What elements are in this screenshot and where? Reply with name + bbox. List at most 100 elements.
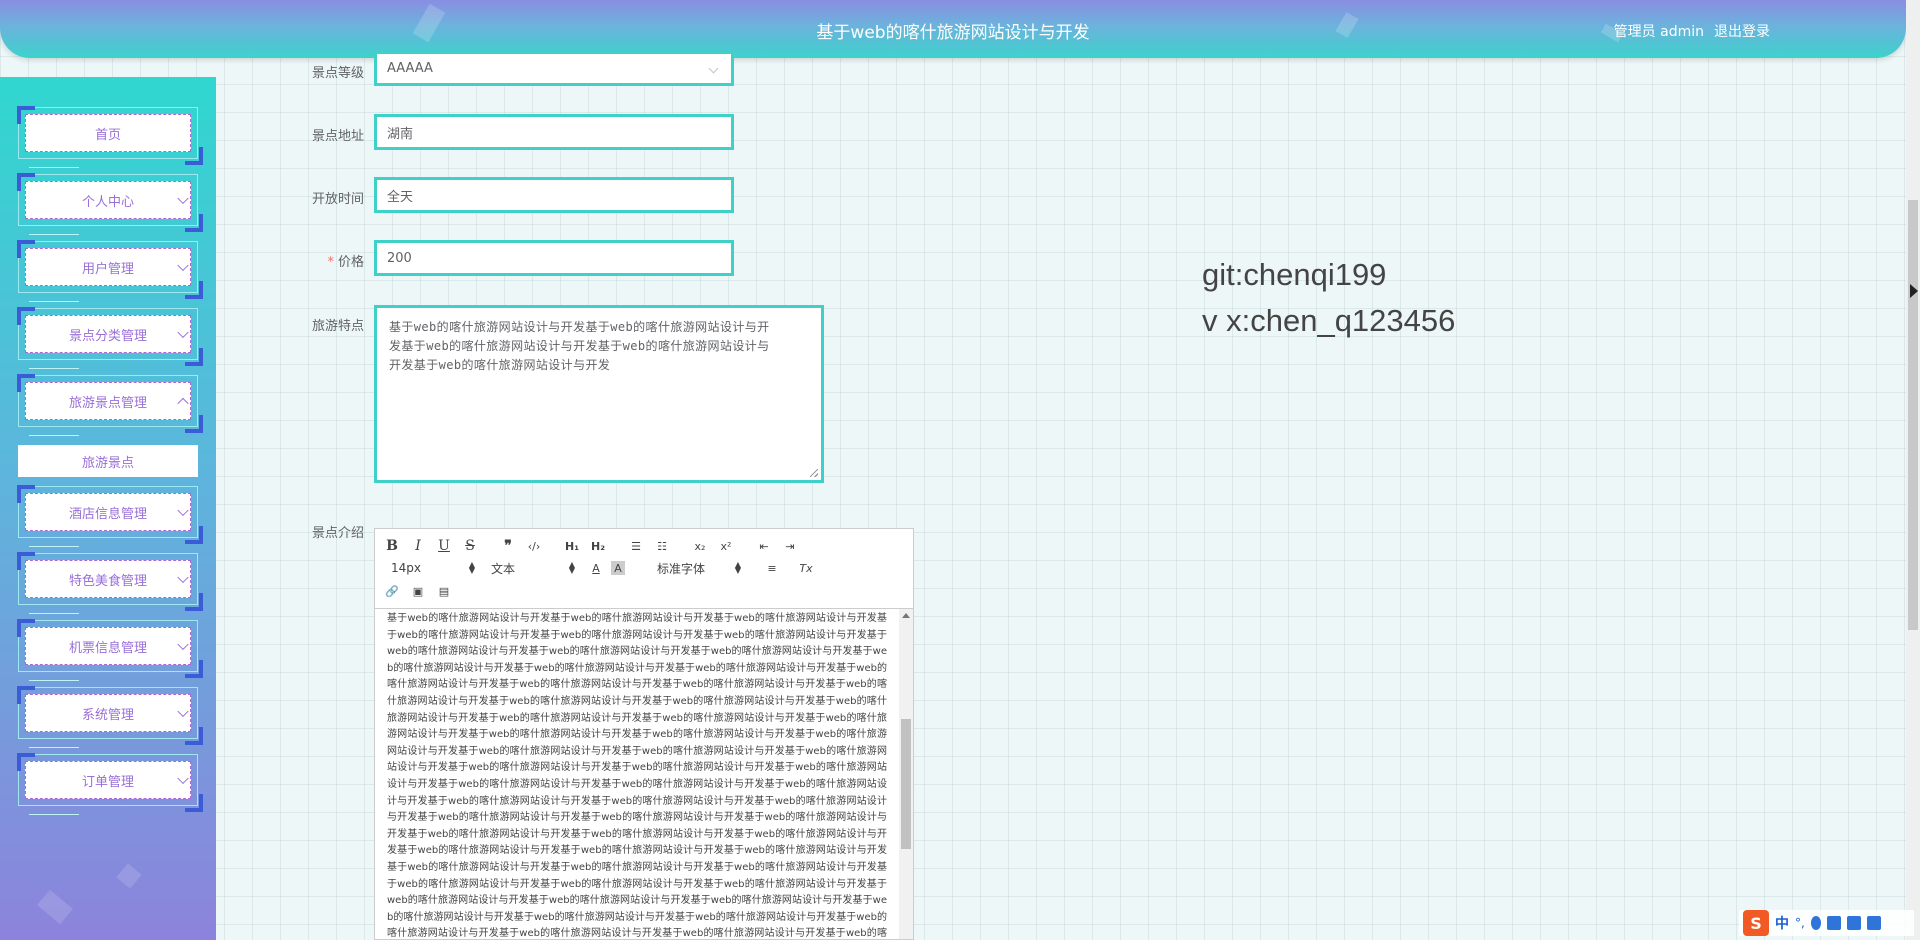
font-size-select[interactable]: 14px ▲ ▼ (391, 558, 475, 578)
heading1-icon[interactable]: H₁ (561, 536, 583, 556)
menu-underline (29, 301, 79, 302)
outdent-icon[interactable]: ⇤ (753, 536, 775, 556)
price-label: * 价格 (254, 251, 364, 270)
sidebar-item-label: 个人中心 (81, 194, 134, 210)
sidebar-item-system-management[interactable]: 系统管理 (17, 686, 203, 748)
page-scroll-thumb[interactable] (1908, 200, 1918, 630)
level-value: AAAAA (387, 61, 433, 76)
ordered-list-icon[interactable]: ☰ (625, 536, 647, 556)
price-value: 200 (387, 250, 412, 266)
sidebar-item-label: 系统管理 (81, 707, 134, 723)
sidebar-item-order-management[interactable]: 订单管理 (17, 753, 203, 815)
address-input[interactable]: 湖南 (374, 114, 734, 150)
font-size-value: 14px (391, 561, 421, 575)
link-icon[interactable]: 🔗 (381, 581, 403, 601)
align-icon[interactable]: ≡ (761, 558, 783, 578)
image-icon[interactable]: ▣ (407, 581, 429, 601)
sidebar-item-label: 酒店信息管理 (68, 506, 147, 522)
address-value: 湖南 (387, 126, 414, 142)
sidebar-item-label: 用户管理 (81, 261, 134, 277)
text-type-select[interactable]: 文本 ▲ ▼ (491, 558, 575, 578)
features-textarea[interactable]: 基于web的喀什旅游网站设计与开发基于web的喀什旅游网站设计与开 发基于web… (374, 305, 824, 483)
updown-icon: ▲ ▼ (734, 560, 741, 575)
microphone-icon[interactable] (1810, 916, 1821, 930)
sidebar: 首页 个人中心 用户管理 景点分类管理 旅游景点管理 旅游景点 酒店信息管理 特… (0, 77, 216, 940)
sidebar-item-label: 订单管理 (81, 774, 134, 790)
keyboard-icon[interactable] (1826, 916, 1841, 930)
menu-underline (29, 368, 79, 369)
page-scrollbar[interactable] (1906, 0, 1920, 940)
menu-underline (29, 234, 79, 235)
ime-language[interactable]: 中 (1775, 913, 1789, 933)
italic-icon[interactable]: I (407, 536, 429, 556)
chevron-down-icon (708, 63, 719, 74)
level-label: 景点等级 (311, 66, 364, 81)
updown-icon: ▲ ▼ (568, 560, 575, 575)
heading2-icon[interactable]: H₂ (587, 536, 609, 556)
subscript-icon[interactable]: x₂ (689, 536, 711, 556)
open-time-label: 开放时间 (311, 192, 364, 207)
sidebar-item-personal-center[interactable]: 个人中心 (17, 173, 203, 235)
editor-content[interactable]: 基于web的喀什旅游网站设计与开发基于web的喀什旅游网站设计与开发基于web的… (375, 609, 899, 939)
menu-underline (29, 546, 79, 547)
font-family-value: 标准字体 (657, 561, 706, 576)
skin-icon[interactable] (1846, 916, 1861, 930)
features-label: 旅游特点 (311, 319, 364, 334)
sidebar-item-flight-management[interactable]: 机票信息管理 (17, 619, 203, 681)
watermark-git: git:chenqi199 (1202, 257, 1387, 292)
open-time-value: 全天 (387, 189, 414, 205)
menu-underline (29, 814, 79, 815)
features-line: 开发基于web的喀什旅游网站设计与开发 (389, 358, 611, 372)
sidebar-item-label: 旅游景点管理 (68, 395, 147, 411)
text-type-value: 文本 (491, 561, 516, 576)
video-icon[interactable]: ▤ (433, 581, 455, 601)
menu-underline (29, 167, 79, 168)
sidebar-item-hotel-management[interactable]: 酒店信息管理 (17, 485, 203, 547)
resize-handle[interactable] (810, 469, 818, 477)
sidebar-item-category-management[interactable]: 景点分类管理 (17, 307, 203, 369)
strike-icon[interactable]: S (459, 536, 481, 556)
sidebar-item-label: 特色美食管理 (68, 573, 147, 589)
required-mark: * (327, 255, 334, 270)
sogou-logo-icon[interactable]: S (1743, 910, 1769, 936)
current-user: 管理员 admin (1613, 24, 1704, 40)
font-color-icon[interactable]: A (585, 558, 607, 578)
menu-underline (29, 747, 79, 748)
rich-text-editor: B I U S ❞ ‹/› H₁ H₂ ☰ ☷ x₂ x² ⇤ ⇥ 14px ▲… (374, 528, 914, 940)
blockquote-icon[interactable]: ❞ (497, 536, 519, 556)
code-icon[interactable]: ‹/› (523, 536, 545, 556)
sidebar-item-food-management[interactable]: 特色美食管理 (17, 552, 203, 614)
intro-label: 景点介绍 (311, 526, 364, 541)
submenu-item-attractions[interactable]: 旅游景点 (18, 445, 198, 477)
menu-underline (29, 680, 79, 681)
ime-toolbar: S 中 °, (1739, 910, 1914, 936)
watermark-text: git:chenqi199 v x:chen_q123456 (1202, 252, 1455, 344)
logout-button[interactable]: 退出登录 (1714, 21, 1770, 41)
editor-scrollbar[interactable] (899, 609, 913, 939)
clear-format-icon[interactable]: Tx (795, 558, 817, 578)
sidebar-decoration (116, 863, 142, 889)
editor-toolbar: B I U S ❞ ‹/› H₁ H₂ ☰ ☷ x₂ x² ⇤ ⇥ 14px ▲… (375, 529, 913, 609)
font-family-select[interactable]: 标准字体 ▲ ▼ (657, 558, 741, 578)
underline-icon[interactable]: U (433, 536, 455, 556)
features-line: 基于web的喀什旅游网站设计与开发基于web的喀什旅游网站设计与开 (389, 320, 770, 334)
ime-punctuation[interactable]: °, (1795, 916, 1805, 930)
price-label-text: 价格 (337, 255, 364, 270)
open-time-input[interactable]: 全天 (374, 177, 734, 213)
price-input[interactable]: 200 (374, 240, 734, 276)
sidebar-item-label: 景点分类管理 (68, 328, 147, 344)
sidebar-item-label: 首页 (25, 114, 191, 152)
level-select[interactable]: AAAAA (374, 51, 734, 86)
editor-scroll-thumb[interactable] (901, 719, 911, 849)
bullet-list-icon[interactable]: ☷ (651, 536, 673, 556)
sidebar-item-user-management[interactable]: 用户管理 (17, 240, 203, 302)
superscript-icon[interactable]: x² (715, 536, 737, 556)
toolbox-icon[interactable] (1866, 916, 1881, 930)
scroll-up-arrow-icon[interactable] (902, 613, 910, 618)
top-header: 基于web的喀什旅游网站设计与开发 管理员 admin 退出登录 (0, 0, 1906, 58)
background-color-icon[interactable]: A (611, 561, 625, 575)
bold-icon[interactable]: B (381, 536, 403, 556)
sidebar-item-attraction-management[interactable]: 旅游景点管理 (17, 374, 203, 436)
indent-icon[interactable]: ⇥ (779, 536, 801, 556)
sidebar-item-home[interactable]: 首页 (17, 106, 203, 168)
